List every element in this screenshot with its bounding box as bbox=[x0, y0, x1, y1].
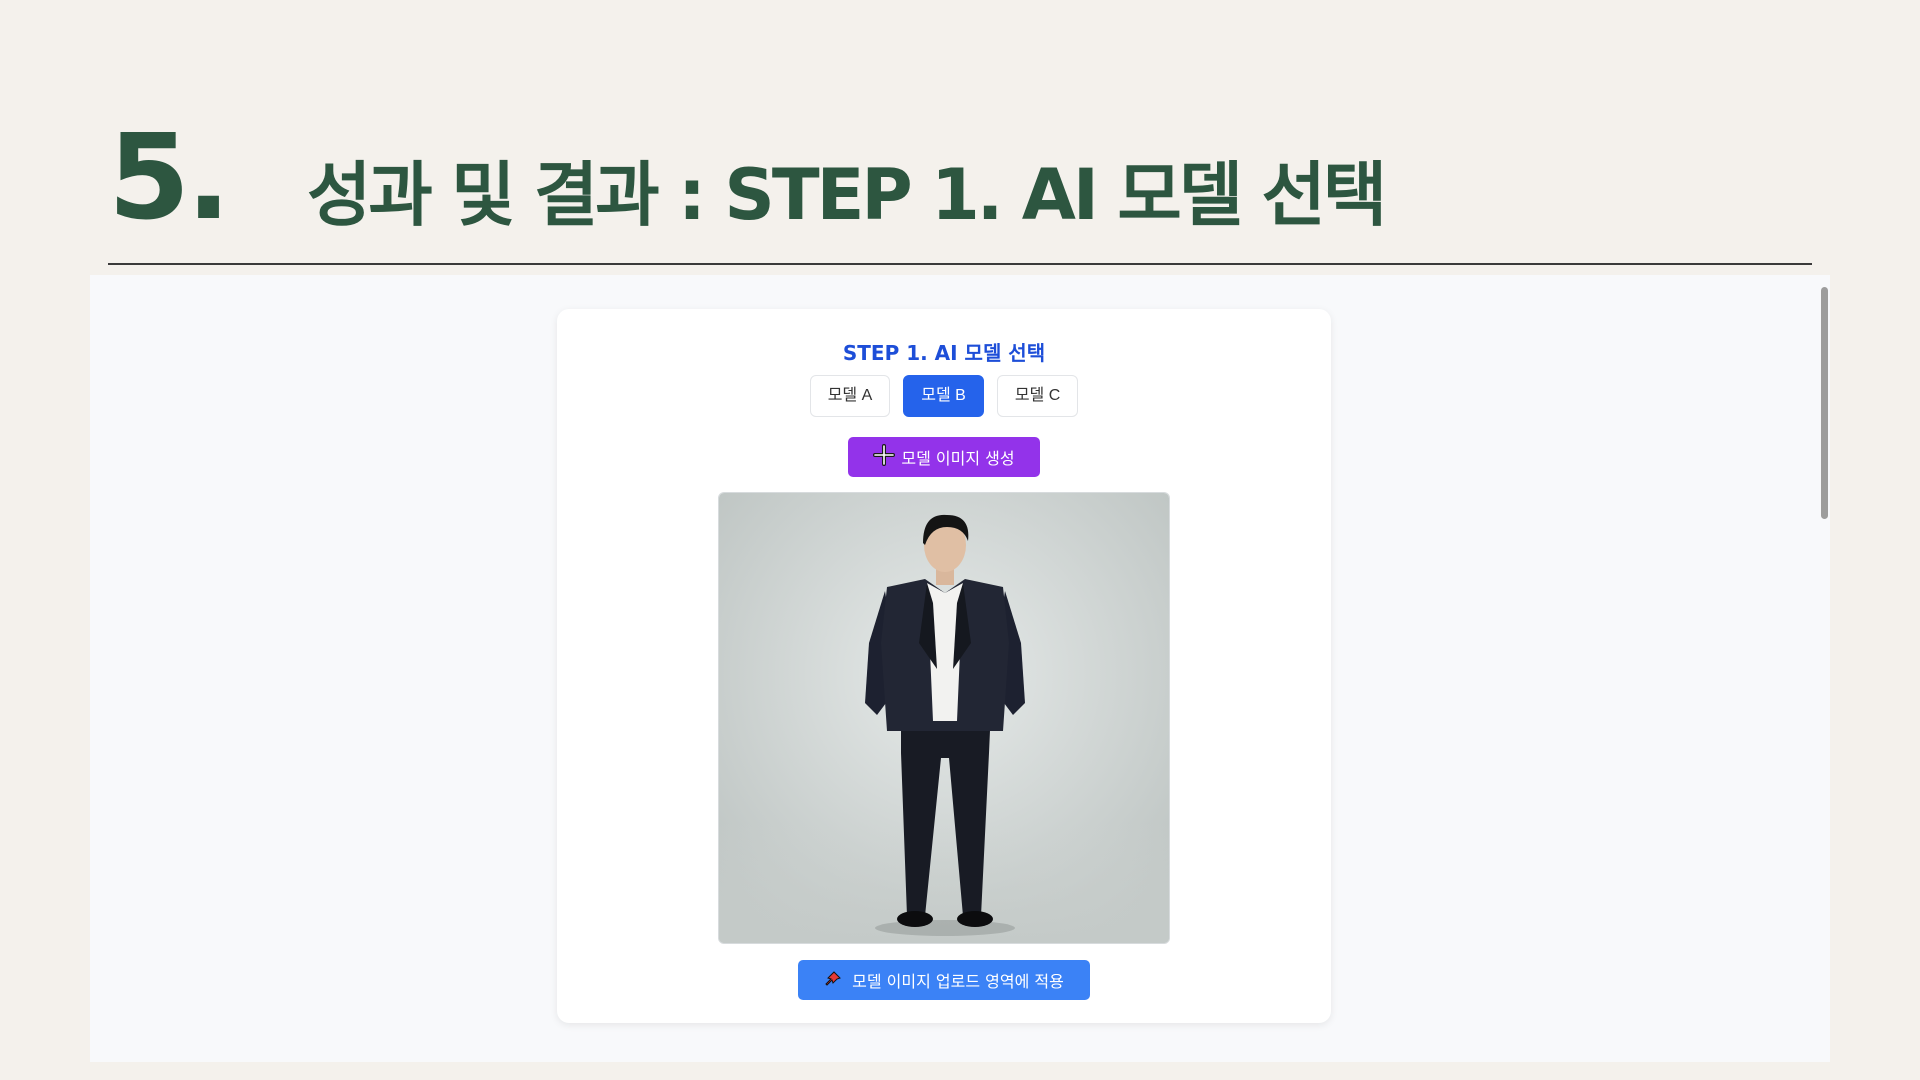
card-title: STEP 1. AI 모델 선택 bbox=[842, 341, 1046, 365]
model-tabs: 모델 A 모델 B 모델 C bbox=[557, 375, 1331, 417]
plus-icon bbox=[873, 444, 896, 470]
heading-divider bbox=[108, 263, 1812, 265]
model-photo bbox=[719, 493, 1169, 943]
slide-heading: 5. 성과 및 결과 : STEP 1. AI 모델 선택 bbox=[108, 108, 1387, 246]
model-select-card: STEP 1. AI 모델 선택 모델 A 모델 B 모델 C 모델 이미지 생… bbox=[557, 309, 1331, 1023]
model-tab-b[interactable]: 모델 B bbox=[903, 375, 984, 417]
model-image bbox=[718, 492, 1170, 944]
apply-model-image-button[interactable]: 모델 이미지 업로드 영역에 적용 bbox=[798, 960, 1090, 1000]
generate-button-label: 모델 이미지 생성 bbox=[901, 449, 1015, 468]
model-tab-c[interactable]: 모델 C bbox=[996, 375, 1079, 417]
pushpin-icon bbox=[824, 968, 844, 992]
scrollbar[interactable] bbox=[1821, 287, 1828, 519]
generate-model-image-button[interactable]: 모델 이미지 생성 bbox=[848, 437, 1040, 477]
apply-button-label: 모델 이미지 업로드 영역에 적용 bbox=[852, 972, 1064, 991]
model-tab-a[interactable]: 모델 A bbox=[809, 375, 891, 417]
app-panel: STEP 1. AI 모델 선택 모델 A 모델 B 모델 C 모델 이미지 생… bbox=[90, 275, 1830, 1062]
heading-title: 성과 및 결과 : STEP 1. AI 모델 선택 bbox=[306, 154, 1387, 236]
heading-number: 5. bbox=[108, 108, 231, 246]
